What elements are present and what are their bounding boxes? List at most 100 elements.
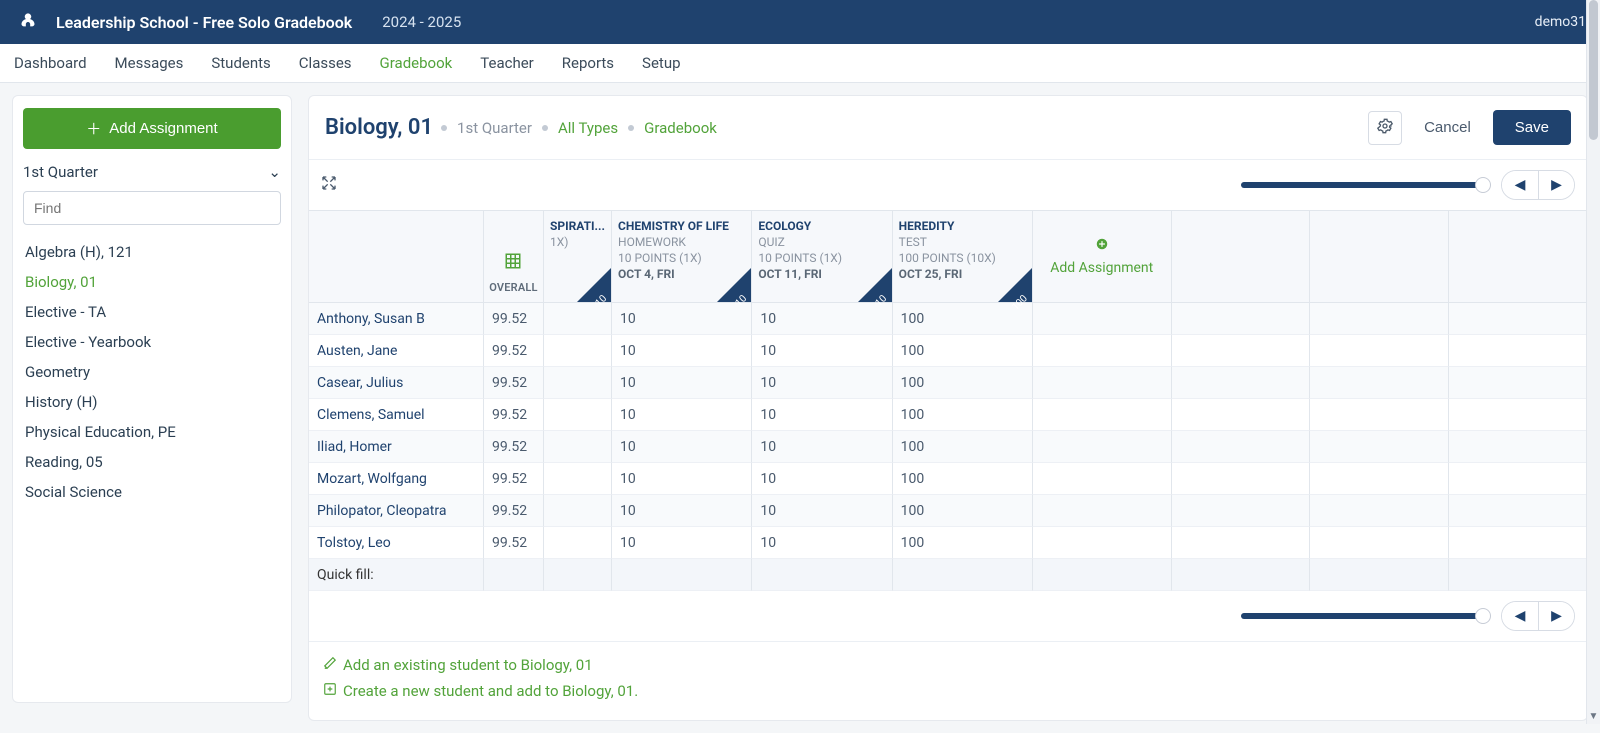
score-cell[interactable]: 10: [612, 399, 752, 431]
score-cell[interactable]: 10: [752, 431, 892, 463]
score-cell[interactable]: [544, 335, 612, 367]
column-header[interactable]: [309, 211, 484, 303]
add-existing-student-link[interactable]: Add an existing student to Biology, 01: [323, 652, 1573, 678]
score-cell[interactable]: 10: [612, 335, 752, 367]
class-item[interactable]: Elective - TA: [23, 297, 281, 327]
quick-fill-cell[interactable]: [752, 559, 892, 591]
empty-cell: [1172, 303, 1311, 335]
slider-thumb[interactable]: [1475, 608, 1491, 624]
class-item[interactable]: Social Science: [23, 477, 281, 507]
column-header[interactable]: [1449, 211, 1588, 303]
score-cell[interactable]: 10: [752, 527, 892, 559]
score-cell[interactable]: 100: [893, 399, 1033, 431]
score-cell[interactable]: 10: [752, 367, 892, 399]
score-cell[interactable]: 100: [893, 495, 1033, 527]
column-header[interactable]: CHEMISTRY OF LIFEHOMEWORK10 POINTS (1X)O…: [612, 211, 752, 303]
quick-fill-cell: [1310, 559, 1449, 591]
score-cell[interactable]: 10: [752, 335, 892, 367]
score-cell[interactable]: 100: [893, 527, 1033, 559]
breadcrumb-quarter[interactable]: 1st Quarter: [457, 119, 532, 137]
score-cell[interactable]: 100: [893, 367, 1033, 399]
class-item[interactable]: Algebra (H), 121: [23, 237, 281, 267]
arrow-left-button[interactable]: ◀: [1502, 602, 1538, 630]
add-assignment-button[interactable]: ＋ Add Assignment: [23, 108, 281, 149]
score-cell[interactable]: [544, 495, 612, 527]
class-item[interactable]: Biology, 01: [23, 267, 281, 297]
score-cell[interactable]: 10: [752, 303, 892, 335]
student-name-cell[interactable]: Austen, Jane: [309, 335, 484, 367]
score-cell[interactable]: 10: [612, 463, 752, 495]
class-item[interactable]: Geometry: [23, 357, 281, 387]
nav-item-dashboard[interactable]: Dashboard: [14, 54, 87, 72]
column-header[interactable]: [1172, 211, 1311, 303]
nav-item-setup[interactable]: Setup: [642, 54, 680, 72]
class-item[interactable]: Physical Education, PE: [23, 417, 281, 447]
student-name-cell[interactable]: Anthony, Susan B: [309, 303, 484, 335]
score-cell[interactable]: 10: [612, 431, 752, 463]
save-button[interactable]: Save: [1493, 110, 1571, 145]
nav-item-students[interactable]: Students: [211, 54, 270, 72]
page-title: Biology, 01: [325, 115, 433, 140]
slider-thumb[interactable]: [1475, 177, 1491, 193]
overall-header[interactable]: OVERALL: [484, 211, 544, 303]
student-name-cell[interactable]: Philopator, Cleopatra: [309, 495, 484, 527]
score-cell[interactable]: [544, 527, 612, 559]
score-cell[interactable]: 10: [612, 527, 752, 559]
horizontal-scroll-slider[interactable]: [1241, 182, 1491, 188]
expand-icon[interactable]: [321, 175, 337, 195]
score-cell[interactable]: 10: [752, 495, 892, 527]
quick-fill-cell[interactable]: [893, 559, 1033, 591]
breadcrumb-types[interactable]: All Types: [558, 119, 618, 137]
settings-button[interactable]: [1368, 111, 1402, 145]
quick-fill-cell[interactable]: [544, 559, 612, 591]
student-name-cell[interactable]: Mozart, Wolfgang: [309, 463, 484, 495]
score-cell[interactable]: 100: [893, 431, 1033, 463]
student-name-cell[interactable]: Iliad, Homer: [309, 431, 484, 463]
score-cell[interactable]: 10: [612, 367, 752, 399]
column-header[interactable]: SPIRATI...1X)10: [544, 211, 612, 303]
score-cell[interactable]: 10: [752, 399, 892, 431]
column-header[interactable]: HEREDITYTEST100 POINTS (10X)OCT 25, FRI1…: [893, 211, 1033, 303]
quick-fill-cell[interactable]: [484, 559, 544, 591]
score-cell[interactable]: [544, 431, 612, 463]
plus-square-icon: [323, 682, 337, 700]
create-new-student-link[interactable]: Create a new student and add to Biology,…: [323, 678, 1573, 704]
score-cell[interactable]: 10: [612, 495, 752, 527]
find-input[interactable]: [23, 191, 281, 225]
class-item[interactable]: History (H): [23, 387, 281, 417]
scrollbar-down-arrow[interactable]: ▼: [1587, 708, 1600, 724]
breadcrumb-view[interactable]: Gradebook: [644, 119, 717, 137]
nav-item-classes[interactable]: Classes: [299, 54, 352, 72]
nav-item-messages[interactable]: Messages: [115, 54, 184, 72]
column-header[interactable]: [1310, 211, 1449, 303]
quarter-selector[interactable]: 1st Quarter ⌄: [23, 163, 281, 181]
add-assignment-column[interactable]: Add Assignment: [1033, 211, 1172, 303]
student-name-cell[interactable]: Tolstoy, Leo: [309, 527, 484, 559]
user-label[interactable]: demo31: [1535, 14, 1586, 30]
score-cell[interactable]: [544, 367, 612, 399]
score-cell[interactable]: [544, 463, 612, 495]
arrow-left-button[interactable]: ◀: [1502, 171, 1538, 199]
horizontal-scroll-slider-bottom[interactable]: [1241, 613, 1491, 619]
student-name-cell[interactable]: Clemens, Samuel: [309, 399, 484, 431]
arrow-right-button[interactable]: ▶: [1538, 171, 1574, 199]
class-item[interactable]: Reading, 05: [23, 447, 281, 477]
scrollbar-thumb[interactable]: [1589, 0, 1598, 140]
column-header[interactable]: ECOLOGYQUIZ10 POINTS (1X)OCT 11, FRI10: [752, 211, 892, 303]
quick-fill-cell[interactable]: [612, 559, 752, 591]
nav-item-teacher[interactable]: Teacher: [480, 54, 534, 72]
arrow-right-button[interactable]: ▶: [1538, 602, 1574, 630]
score-cell[interactable]: 10: [612, 303, 752, 335]
empty-cell: [1449, 367, 1588, 399]
page-scrollbar[interactable]: ▼: [1586, 0, 1600, 724]
nav-item-gradebook[interactable]: Gradebook: [380, 54, 453, 72]
nav-item-reports[interactable]: Reports: [562, 54, 614, 72]
class-item[interactable]: Elective - Yearbook: [23, 327, 281, 357]
quick-fill-cell: [1033, 559, 1172, 591]
score-cell[interactable]: 100: [893, 335, 1033, 367]
student-name-cell[interactable]: Casear, Julius: [309, 367, 484, 399]
score-cell[interactable]: 100: [893, 463, 1033, 495]
score-cell[interactable]: [544, 399, 612, 431]
score-cell[interactable]: 10: [752, 463, 892, 495]
cancel-button[interactable]: Cancel: [1412, 111, 1483, 144]
